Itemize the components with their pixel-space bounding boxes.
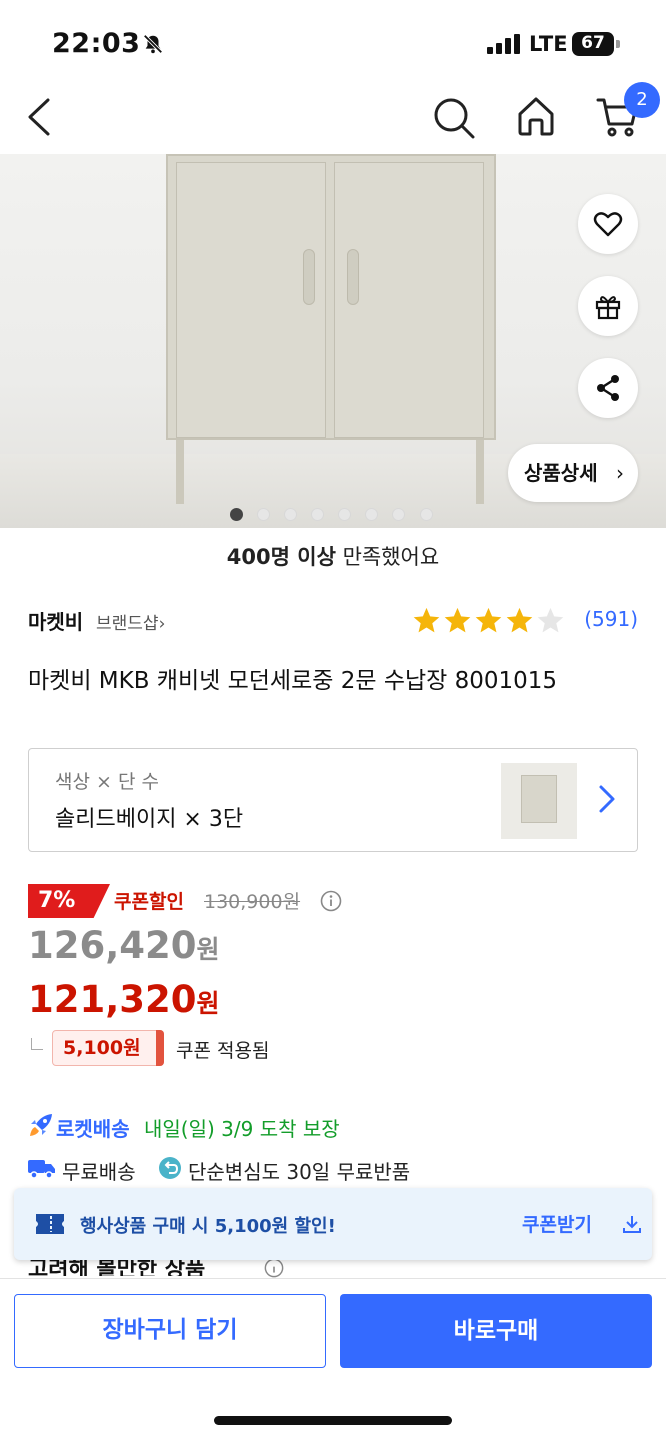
return-icon bbox=[159, 1157, 181, 1179]
gift-button[interactable] bbox=[578, 276, 638, 336]
home-icon[interactable] bbox=[514, 94, 558, 138]
coupon-chip-edge bbox=[156, 1030, 164, 1066]
coupon-banner-text: 행사상품 구매 시 5,100원 할인! bbox=[80, 1216, 336, 1237]
gift-icon bbox=[595, 296, 621, 320]
download-icon[interactable] bbox=[622, 1214, 642, 1234]
product-image-carousel[interactable]: 상품상세 › bbox=[0, 154, 666, 528]
arrival-guarantee: 내일(일) 3/9 도착 보장 bbox=[144, 1117, 340, 1141]
back-chevron-icon[interactable] bbox=[22, 96, 58, 138]
coupon-row: 5,100원 쿠폰 적용됨 bbox=[28, 1028, 638, 1068]
cabinet-leg bbox=[176, 440, 184, 504]
share-button[interactable] bbox=[578, 358, 638, 418]
heart-icon bbox=[593, 212, 623, 237]
discount-row: 7% 쿠폰할인 130,900원 bbox=[28, 884, 638, 918]
chevron-right-icon bbox=[599, 785, 615, 813]
buy-now-button[interactable]: 바로구매 bbox=[340, 1294, 652, 1368]
sale-price-currency: 원 bbox=[196, 935, 220, 964]
share-icon bbox=[597, 375, 619, 401]
star-filled-icon bbox=[506, 607, 533, 633]
chevron-right-icon: › bbox=[158, 614, 166, 634]
top-navigation bbox=[0, 82, 666, 154]
thumbnail-cabinet bbox=[521, 775, 557, 823]
shipping-info-row: 무료배송 단순변심도 30일 무료반품 bbox=[28, 1154, 648, 1184]
cabinet-right-door bbox=[334, 162, 484, 438]
corner-arrow-icon bbox=[31, 1038, 43, 1050]
cabinet-image bbox=[166, 154, 496, 440]
carousel-dot[interactable] bbox=[257, 508, 270, 521]
cart-badge[interactable]: 2 bbox=[624, 82, 660, 118]
sale-price-number: 126,420 bbox=[28, 924, 197, 967]
final-price: 121,320원 bbox=[28, 978, 220, 1021]
home-indicator[interactable] bbox=[214, 1416, 452, 1425]
brand-row: 마켓비 브랜드샵› (591) bbox=[28, 606, 638, 636]
carousel-dot[interactable] bbox=[392, 508, 405, 521]
coupon-amount-chip: 5,100원 bbox=[52, 1030, 164, 1066]
brand-shop-label: 브랜드샵 bbox=[96, 614, 159, 634]
free-shipping-text: 무료배송 bbox=[62, 1160, 136, 1184]
bottom-action-bar: 장바구니 담기 바로구매 bbox=[0, 1278, 666, 1440]
cabinet-left-door bbox=[176, 162, 326, 438]
brand-name[interactable]: 마켓비 bbox=[28, 606, 83, 635]
cabinet-handle bbox=[303, 249, 315, 305]
coupon-applied-text: 쿠폰 적용됨 bbox=[176, 1040, 270, 1062]
star-filled-icon bbox=[413, 607, 440, 633]
option-selector[interactable]: 색상 × 단 수 솔리드베이지 × 3단 bbox=[28, 748, 638, 852]
satisfaction-text: 400명 이상 만족했어요 bbox=[0, 541, 666, 571]
sale-price: 126,420원 bbox=[28, 924, 220, 967]
carousel-dot[interactable] bbox=[230, 508, 243, 521]
star-filled-icon bbox=[475, 607, 502, 633]
info-icon[interactable] bbox=[320, 890, 342, 912]
status-time: 22:03 bbox=[52, 28, 141, 59]
carousel-dot[interactable] bbox=[420, 508, 433, 521]
rocket-icon bbox=[30, 1114, 52, 1136]
wishlist-button[interactable] bbox=[578, 194, 638, 254]
brand-shop-link[interactable]: 브랜드샵› bbox=[96, 609, 165, 634]
battery-icon: 67 bbox=[572, 32, 620, 56]
carousel-dot[interactable] bbox=[338, 508, 351, 521]
final-price-number: 121,320 bbox=[28, 978, 197, 1021]
network-type: LTE bbox=[529, 32, 568, 56]
product-title: 마켓비 MKB 캐비넷 모던세로중 2문 수납장 8001015 bbox=[28, 668, 558, 694]
discount-badge: 7% bbox=[28, 884, 110, 918]
carousel-dot[interactable] bbox=[284, 508, 297, 521]
option-value: 솔리드베이지 × 3단 bbox=[55, 807, 244, 832]
product-detail-label: 상품상세 bbox=[524, 461, 598, 485]
battery-level: 67 bbox=[581, 33, 605, 53]
search-icon[interactable] bbox=[432, 96, 476, 140]
free-return-text: 단순변심도 30일 무료반품 bbox=[188, 1160, 411, 1184]
coupon-banner[interactable]: 행사상품 구매 시 5,100원 할인! 쿠폰받기 bbox=[14, 1188, 652, 1260]
truck-icon bbox=[28, 1160, 55, 1179]
cabinet-handle bbox=[347, 249, 359, 305]
product-detail-button[interactable]: 상품상세 › bbox=[508, 444, 638, 502]
satisfaction-label: 만족했어요 bbox=[342, 545, 440, 569]
chevron-right-icon: › bbox=[616, 461, 624, 485]
signal-bars-icon bbox=[487, 34, 520, 54]
star-rating[interactable] bbox=[412, 606, 568, 636]
review-count[interactable]: (591) bbox=[584, 607, 638, 631]
satisfaction-count: 400명 이상 bbox=[226, 545, 336, 569]
info-icon[interactable] bbox=[262, 1258, 286, 1278]
carousel-dot[interactable] bbox=[311, 508, 324, 521]
carousel-dot[interactable] bbox=[365, 508, 378, 521]
star-empty-icon bbox=[537, 607, 564, 633]
original-price: 130,900원 bbox=[204, 891, 301, 913]
coupon-ticket-icon bbox=[36, 1214, 64, 1234]
status-bar: 22:03 LTE 67 bbox=[0, 0, 666, 82]
option-thumbnail bbox=[501, 763, 577, 839]
coupon-discount-label: 쿠폰할인 bbox=[114, 891, 184, 913]
option-label: 색상 × 단 수 bbox=[55, 771, 159, 793]
add-to-cart-button[interactable]: 장바구니 담기 bbox=[14, 1294, 326, 1368]
rocket-delivery-label: 로켓배송 bbox=[56, 1117, 130, 1141]
star-filled-icon bbox=[444, 607, 471, 633]
coupon-download-button[interactable]: 쿠폰받기 bbox=[522, 1210, 592, 1237]
cabinet-leg bbox=[476, 440, 484, 504]
final-price-currency: 원 bbox=[196, 989, 220, 1018]
bell-slash-icon bbox=[143, 34, 163, 54]
